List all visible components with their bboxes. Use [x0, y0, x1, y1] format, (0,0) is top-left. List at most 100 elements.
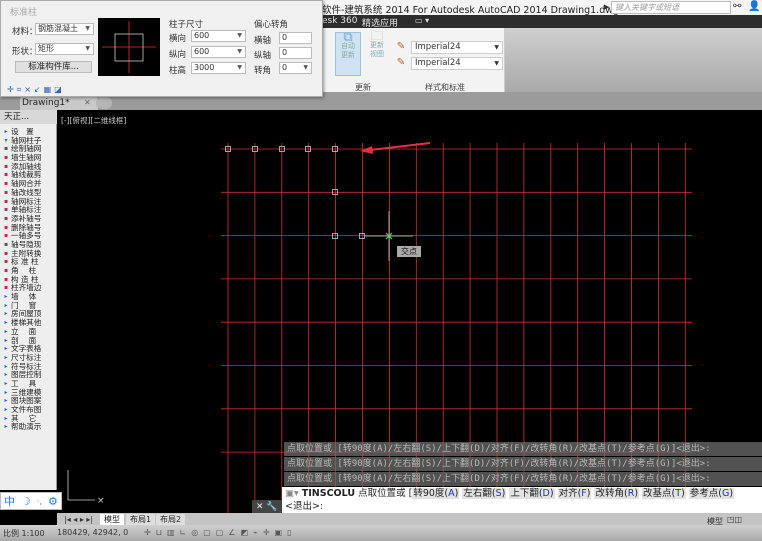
command-icon: ▪: [3, 267, 9, 274]
size-title: 柱子尺寸: [169, 20, 204, 30]
shape-value: 矩形: [38, 44, 54, 53]
tab-layout1[interactable]: 布局1: [126, 514, 156, 525]
shape-label: 形状：: [12, 47, 38, 57]
search-expand-icon[interactable]: ▶: [604, 3, 609, 11]
height-value: 3000: [194, 63, 215, 72]
punctuation-icon[interactable]: ·,: [37, 497, 42, 506]
search-input[interactable]: 键入关键字或短语: [611, 1, 731, 14]
pick-icon[interactable]: ▦: [44, 85, 52, 96]
chevron-icon: ▸: [4, 336, 8, 344]
command-option[interactable]: 对齐(F): [557, 488, 592, 499]
settings-icon[interactable]: ◪: [54, 85, 62, 96]
command-option[interactable]: 转90度(A): [412, 488, 460, 499]
command-icon: ▪: [3, 232, 9, 240]
y-size-select[interactable]: 600 ▼: [191, 46, 246, 58]
x-size-value: 600: [194, 31, 210, 40]
chevron-icon: ▸: [4, 397, 8, 405]
command-name: TINSCOLU: [301, 488, 356, 499]
command-option[interactable]: 左右翻(S): [462, 488, 507, 499]
chevron-icon: ▸: [4, 327, 8, 335]
viewport-controls[interactable]: [-][俯视][二维线框]: [61, 115, 126, 126]
shape-select[interactable]: 矩形 ▼: [35, 43, 94, 55]
chevron-icon: ▸: [4, 128, 8, 135]
camera-dropdown-icon[interactable]: ▭ ▾: [415, 16, 429, 25]
option-key: F: [581, 488, 587, 499]
wrench-icon[interactable]: 🔧: [266, 502, 277, 512]
point-insert-icon[interactable]: ✛: [7, 85, 14, 96]
column-preview: [98, 18, 160, 76]
command-line-tools: ✕ 🔧: [252, 500, 282, 514]
tab-model[interactable]: 模型: [100, 514, 124, 525]
height-select[interactable]: 3000 ▼: [191, 62, 246, 74]
update-view-button[interactable]: 🗀 更新视图: [364, 30, 390, 76]
auto-update-button[interactable]: ⧉ 自动更新: [335, 31, 361, 76]
chevron-icon: ▸: [4, 423, 8, 431]
viewport-icon[interactable]: ◳◫: [727, 515, 742, 524]
chevron-icon: ▸: [4, 319, 8, 327]
command-menu-icon[interactable]: ▣▾: [285, 488, 302, 499]
command-icon: ▪: [3, 249, 9, 257]
update-view-label: 更新视图: [370, 41, 384, 58]
option-key: S: [495, 488, 502, 499]
chevron-icon: ▸: [4, 301, 8, 309]
chevron-down-icon: ▼: [237, 64, 242, 71]
command-icon: ▪: [3, 171, 9, 179]
height-label: 柱高: [169, 66, 187, 76]
command-option[interactable]: 改基点(T): [642, 488, 686, 499]
rotation-label: 转角: [254, 66, 272, 76]
material-value: 钢筋混凝土: [38, 24, 78, 33]
dim-style-combo[interactable]: Imperial24 ▼: [411, 57, 503, 70]
material-select[interactable]: 钢筋混凝土 ▼: [35, 23, 94, 35]
chevron-down-icon: ▼: [237, 32, 242, 39]
chevron-icon: ▸: [4, 379, 8, 387]
command-history-line: 点取位置或 [转90度(A)/左右翻(S)/上下翻(D)/对齐(F)/改转角(R…: [284, 457, 762, 471]
command-option[interactable]: 参考点(G): [688, 488, 735, 499]
window-title: 软件-建筑系统 2014 For Autodesk AutoCAD 2014 D…: [322, 5, 620, 16]
scale-selector[interactable]: 比例 1:100: [3, 528, 45, 539]
replace-icon[interactable]: ↙: [34, 85, 41, 96]
chevron-down-icon: ▼: [303, 64, 308, 71]
close-icon[interactable]: ✕: [256, 502, 264, 512]
component-library-button[interactable]: 标准构件库...: [15, 61, 92, 73]
y-offset-input[interactable]: 0: [279, 47, 312, 59]
dim-style-icon: ✎: [396, 57, 406, 68]
command-icon: ▪: [3, 197, 9, 205]
chevron-icon: ▸: [4, 362, 8, 370]
command-icon: ▪: [3, 275, 9, 283]
sidebar-item[interactable]: ▸ 帮助演示: [0, 423, 57, 432]
new-tab-button[interactable]: [96, 97, 112, 109]
x-offset-input[interactable]: 0: [279, 32, 312, 44]
sidebar-menu: ▸ 设 置 ▾ 轴网柱子 ▪ 绘制轴网 ▪ 墙生轴网 ▪ 添加轴线 ▪ 轴线裁剪 ▪ 轴网合并 ▪ 轴改线型 ▪…: [0, 127, 57, 432]
model-space-button[interactable]: 模型: [707, 516, 723, 527]
chinese-input-icon[interactable]: 中: [4, 493, 15, 509]
command-icon: ▪: [3, 214, 9, 222]
command-icon: ▪: [3, 206, 9, 214]
halfwidth-icon[interactable]: ☽: [21, 495, 31, 508]
tab-autodesk-360[interactable]: esk 360: [322, 16, 357, 26]
layout-nav-arrows[interactable]: |◂ ◂ ▸ ▸|: [60, 514, 97, 525]
sidebar-title[interactable]: 天正...: [0, 110, 57, 124]
close-tab-icon[interactable]: ✕: [84, 98, 91, 107]
command-option[interactable]: 改转角(R): [594, 488, 640, 499]
option-label: 参考点(: [689, 488, 722, 499]
command-option[interactable]: 上下翻(D): [509, 488, 555, 499]
gear-icon[interactable]: ⚙: [48, 495, 58, 508]
dim-style-value: Imperial24: [415, 58, 461, 68]
command-prompt: 点取位置或 [: [358, 488, 413, 499]
dialog-title: 标准柱: [10, 8, 38, 18]
text-style-combo[interactable]: Imperial24 ▼: [411, 41, 503, 54]
command-icon: ▪: [3, 258, 9, 266]
command-icon: ▪: [3, 154, 9, 162]
x-size-select[interactable]: 600 ▼: [191, 30, 246, 42]
option-key: D: [542, 488, 550, 499]
binoculars-icon[interactable]: ⚯: [733, 1, 741, 12]
user-icon[interactable]: 👤: [748, 1, 760, 12]
grid-insert-icon[interactable]: ⌗: [17, 85, 22, 96]
drafting-toggle-icons[interactable]: ✛⊔▥∟◎▢▢∠◩⌁✛▣▯: [144, 528, 297, 537]
command-input[interactable]: ▣▾ TINSCOLU 点取位置或 [转90度(A) 左右翻(S) 上下翻(D) 对齐…: [282, 487, 762, 514]
command-icon: ▪: [3, 188, 9, 196]
rotation-select[interactable]: 0 ▼: [279, 62, 312, 74]
tab-layout2[interactable]: 布局2: [156, 514, 186, 525]
region-insert-icon[interactable]: ⨯: [24, 85, 31, 96]
option-key: R: [627, 488, 635, 499]
